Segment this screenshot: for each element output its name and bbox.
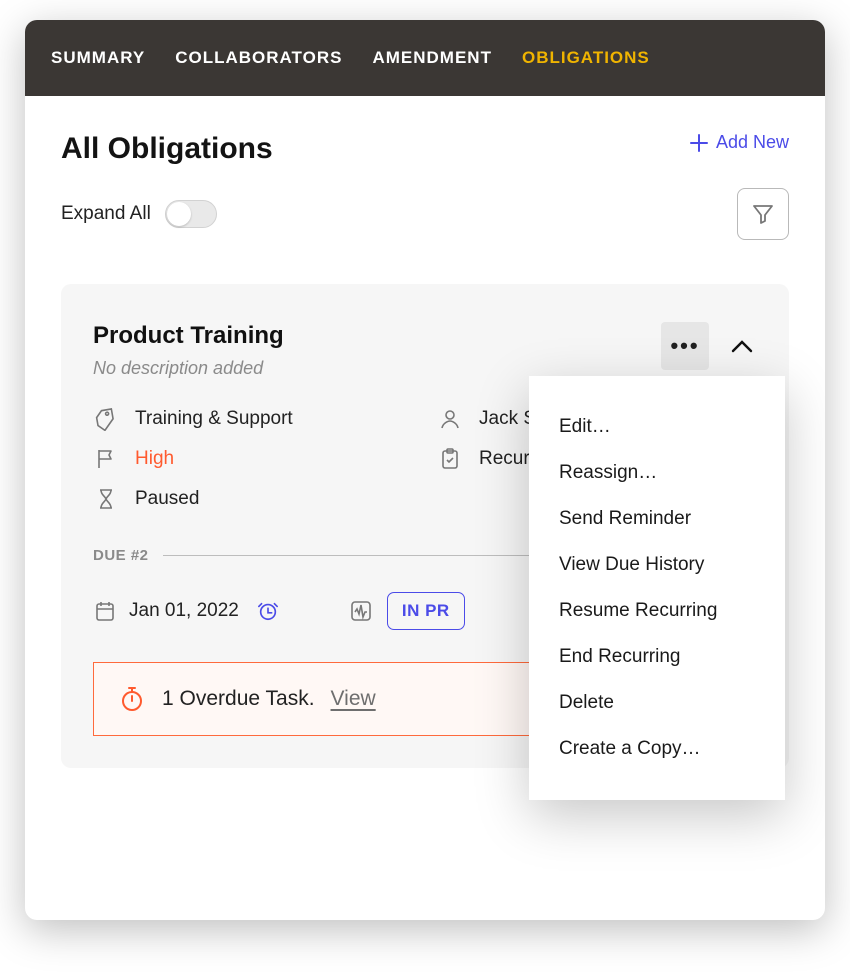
priority-value: High xyxy=(135,448,174,470)
window: SUMMARY COLLABORATORS AMENDMENT OBLIGATI… xyxy=(25,20,825,920)
options-popup: Edit… Reassign… Send Reminder View Due H… xyxy=(529,376,785,800)
plus-icon xyxy=(690,134,708,152)
clipboard-check-icon xyxy=(437,447,463,471)
status-chip[interactable]: IN PR xyxy=(387,592,465,630)
collapse-button[interactable] xyxy=(727,331,757,361)
expand-all-toggle[interactable] xyxy=(165,200,217,228)
dots-icon: ••• xyxy=(670,333,699,359)
add-new-label: Add New xyxy=(716,132,789,153)
expand-all-control: Expand All xyxy=(61,200,217,228)
type-value: Recurr xyxy=(479,448,536,470)
obligation-card: Product Training No description added ••… xyxy=(61,284,789,768)
state-value: Paused xyxy=(135,488,199,510)
stopwatch-icon xyxy=(118,685,146,713)
menu-send-reminder[interactable]: Send Reminder xyxy=(529,496,785,542)
hourglass-icon xyxy=(93,487,119,511)
tab-summary[interactable]: SUMMARY xyxy=(51,48,145,68)
due-label: DUE #2 xyxy=(93,547,149,564)
person-icon xyxy=(437,407,463,431)
menu-edit[interactable]: Edit… xyxy=(529,404,785,450)
page-title: All Obligations xyxy=(61,132,273,166)
due-date-value: Jan 01, 2022 xyxy=(129,600,239,622)
menu-create-copy[interactable]: Create a Copy… xyxy=(529,726,785,772)
meta-category: Training & Support xyxy=(93,407,413,431)
card-header: Product Training No description added ••… xyxy=(93,322,757,379)
alarm-icon xyxy=(257,600,279,622)
funnel-icon xyxy=(751,202,775,226)
menu-resume-recurring[interactable]: Resume Recurring xyxy=(529,588,785,634)
menu-end-recurring[interactable]: End Recurring xyxy=(529,634,785,680)
overdue-view-link[interactable]: View xyxy=(331,687,376,711)
header-row: All Obligations Add New xyxy=(61,132,789,166)
meta-state: Paused xyxy=(93,487,413,511)
more-options-button[interactable]: ••• xyxy=(661,322,709,370)
activity-icon xyxy=(349,599,373,623)
tab-obligations[interactable]: OBLIGATIONS xyxy=(522,48,650,68)
menu-reassign[interactable]: Reassign… xyxy=(529,450,785,496)
category-value: Training & Support xyxy=(135,408,293,430)
tab-amendment[interactable]: AMENDMENT xyxy=(372,48,492,68)
obligation-description: No description added xyxy=(93,358,284,379)
chevron-up-icon xyxy=(731,339,753,353)
tab-bar: SUMMARY COLLABORATORS AMENDMENT OBLIGATI… xyxy=(25,20,825,96)
tab-collaborators[interactable]: COLLABORATORS xyxy=(175,48,342,68)
meta-priority: High xyxy=(93,447,413,471)
add-new-button[interactable]: Add New xyxy=(690,132,789,153)
status-wrap: IN PR xyxy=(349,592,465,630)
card-actions: ••• Edit… Reassign… Send Reminder View D… xyxy=(661,322,757,370)
tag-icon xyxy=(93,407,119,431)
menu-view-due-history[interactable]: View Due History xyxy=(529,542,785,588)
flag-icon xyxy=(93,447,119,471)
due-date: Jan 01, 2022 xyxy=(93,599,279,623)
calendar-icon xyxy=(93,599,117,623)
obligation-title: Product Training xyxy=(93,322,284,350)
menu-delete[interactable]: Delete xyxy=(529,680,785,726)
expand-all-label: Expand All xyxy=(61,203,151,225)
overdue-text: 1 Overdue Task. xyxy=(162,687,315,711)
page-body: All Obligations Add New Expand All xyxy=(25,96,825,768)
filter-button[interactable] xyxy=(737,188,789,240)
controls-row: Expand All xyxy=(61,188,789,240)
